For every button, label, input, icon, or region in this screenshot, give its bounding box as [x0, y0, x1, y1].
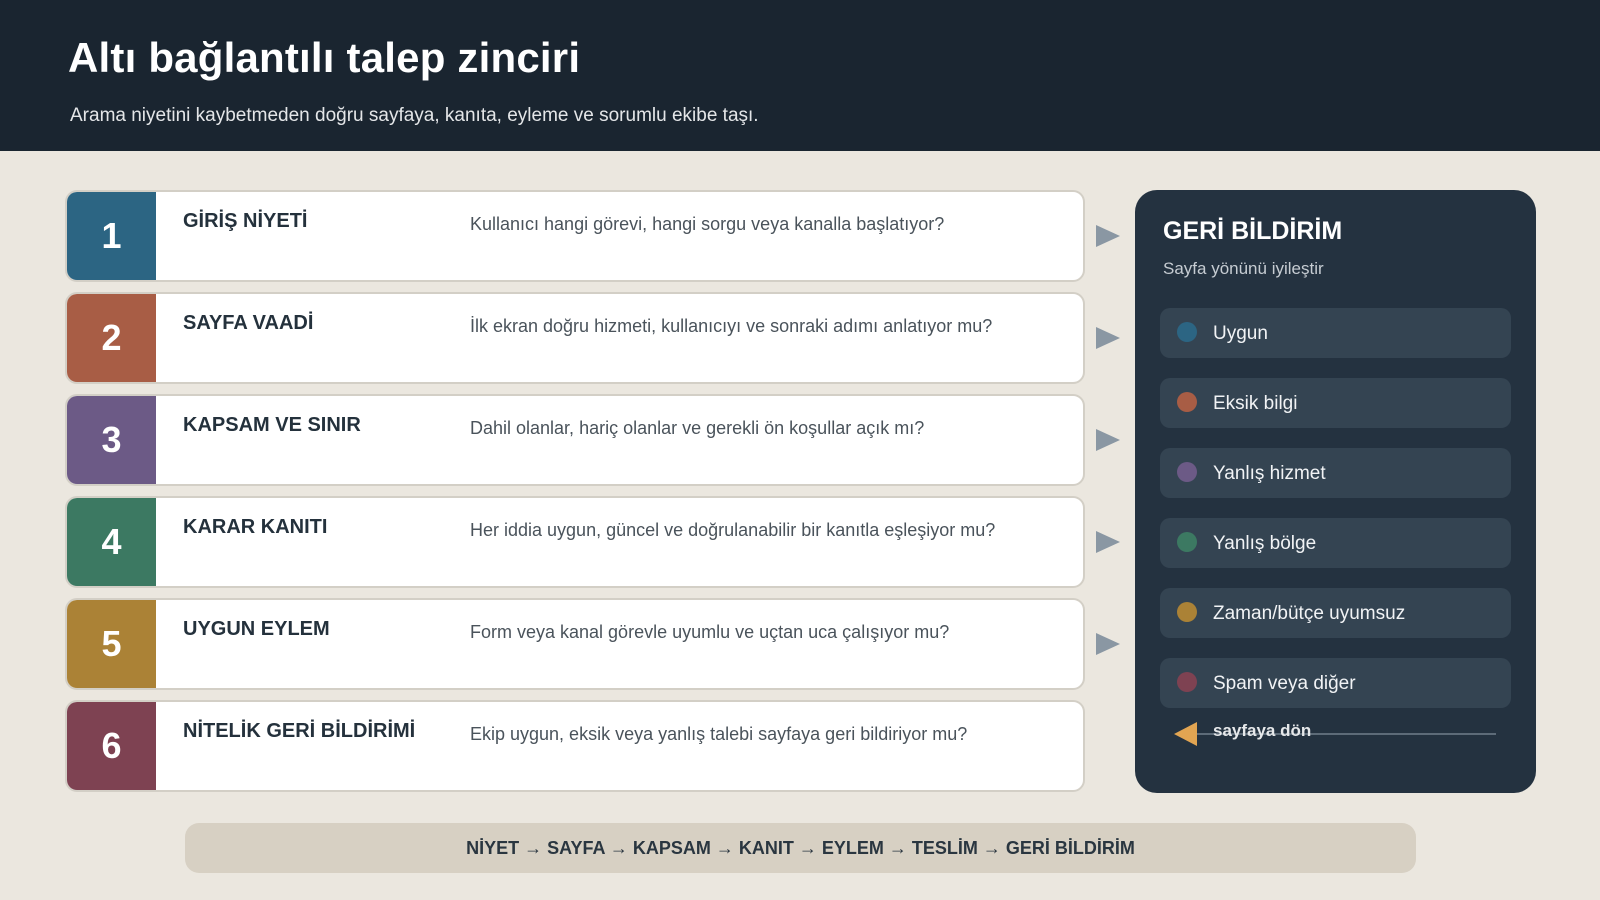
feedback-item-label: Eksik bilgi	[1213, 393, 1298, 414]
page-title: Altı bağlantılı talep zinciri	[68, 34, 581, 81]
step-description: İlk ekran doğru hizmeti, kullanıcıyı ve …	[470, 316, 993, 336]
flow-summary-text: NİYET → SAYFA → KAPSAM → KANIT → EYLEM →…	[466, 837, 1135, 858]
step-label: SAYFA VAADİ	[183, 312, 314, 334]
feedback-item-uygun: Uygun	[1160, 308, 1511, 358]
step-card-3: 3 KAPSAM VE SINIR Dahil olanlar, hariç o…	[65, 394, 1085, 486]
arrow-right-icon	[1096, 327, 1120, 349]
step-card-6: 6 NİTELİK GERİ BİLDİRİMİ Ekip uygun, eks…	[65, 700, 1085, 792]
return-label: sayfaya dön	[1213, 721, 1312, 740]
feedback-subtitle: Sayfa yönünü iyileştir	[1163, 259, 1324, 278]
arrow-right-icon	[1096, 225, 1120, 247]
step-card-2: 2 SAYFA VAADİ İlk ekran doğru hizmeti, k…	[65, 292, 1085, 384]
step-description: Ekip uygun, eksik veya yanlış talebi say…	[470, 724, 968, 744]
step-number-badge: 6	[67, 702, 156, 790]
status-dot-icon	[1177, 322, 1197, 342]
feedback-item-label: Yanlış bölge	[1213, 533, 1317, 554]
step-number-badge: 1	[67, 192, 156, 280]
feedback-item-label: Yanlış hizmet	[1213, 463, 1326, 484]
step-number-badge: 3	[67, 396, 156, 484]
step-description: Kullanıcı hangi görevi, hangi sorgu veya…	[470, 214, 945, 234]
status-dot-icon	[1177, 392, 1197, 412]
flow-summary-bar: NİYET → SAYFA → KAPSAM → KANIT → EYLEM →…	[185, 823, 1416, 873]
status-dot-icon	[1177, 602, 1197, 622]
page-subtitle: Arama niyetini kaybetmeden doğru sayfaya…	[70, 105, 759, 126]
step-card-1: 1 GİRİŞ NİYETİ Kullanıcı hangi görevi, h…	[65, 190, 1085, 282]
arrow-right-icon	[1096, 531, 1120, 553]
header-banner: Altı bağlantılı talep zinciri Arama niye…	[0, 0, 1600, 151]
step-description: Form veya kanal görevle uyumlu ve uçtan …	[470, 622, 950, 642]
step-label: KARAR KANITI	[183, 516, 328, 538]
step-number-badge: 2	[67, 294, 156, 382]
step-description: Her iddia uygun, güncel ve doğrulanabili…	[470, 520, 996, 540]
step-number-badge: 5	[67, 600, 156, 688]
feedback-title: GERİ BİLDİRİM	[1163, 217, 1343, 245]
feedback-item-spam: Spam veya diğer	[1160, 658, 1511, 708]
step-label: NİTELİK GERİ BİLDİRİMİ	[183, 720, 416, 742]
feedback-item-label: Uygun	[1213, 323, 1268, 344]
status-dot-icon	[1177, 532, 1197, 552]
feedback-item-label: Zaman/bütçe uyumsuz	[1213, 603, 1406, 624]
step-card-4: 4 KARAR KANITI Her iddia uygun, güncel v…	[65, 496, 1085, 588]
step-card-5: 5 UYGUN EYLEM Form veya kanal görevle uy…	[65, 598, 1085, 690]
feedback-item-yanlis-bolge: Yanlış bölge	[1160, 518, 1511, 568]
step-label: KAPSAM VE SINIR	[183, 414, 361, 436]
arrow-left-icon	[1174, 722, 1197, 746]
feedback-item-zaman-butce: Zaman/bütçe uyumsuz	[1160, 588, 1511, 638]
status-dot-icon	[1177, 672, 1197, 692]
step-label: GİRİŞ NİYETİ	[183, 210, 308, 232]
step-description: Dahil olanlar, hariç olanlar ve gerekli …	[470, 418, 925, 438]
arrow-right-icon	[1096, 429, 1120, 451]
feedback-item-eksik-bilgi: Eksik bilgi	[1160, 378, 1511, 428]
status-dot-icon	[1177, 462, 1197, 482]
feedback-item-label: Spam veya diğer	[1213, 673, 1356, 694]
step-number-badge: 4	[67, 498, 156, 586]
arrow-right-icon	[1096, 633, 1120, 655]
feedback-item-yanlis-hizmet: Yanlış hizmet	[1160, 448, 1511, 498]
feedback-panel: GERİ BİLDİRİM Sayfa yönünü iyileştir Uyg…	[1135, 190, 1536, 793]
step-label: UYGUN EYLEM	[183, 618, 330, 640]
